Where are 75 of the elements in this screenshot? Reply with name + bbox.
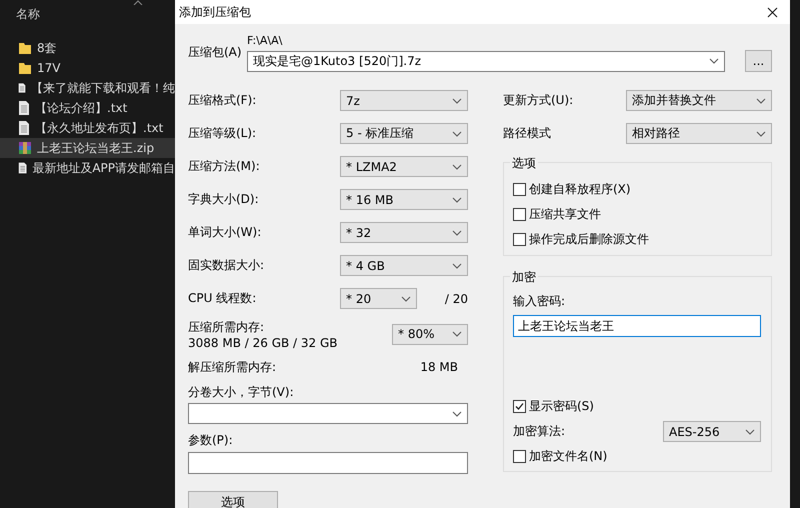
field-label: 参数(P): [188, 432, 233, 449]
group-title: 选项 [510, 155, 538, 172]
update-mode-combo[interactable]: 添加并替换文件 [626, 90, 772, 111]
column-header[interactable]: 名称 [16, 6, 175, 28]
dropdown-caret-icon [452, 196, 462, 202]
path-mode-combo[interactable]: 相对路径 [626, 123, 772, 144]
dropdown-caret-icon [756, 130, 766, 136]
file-item[interactable]: 【永久地址发布页】.txt [0, 118, 175, 138]
field-label: 路径模式 [503, 126, 551, 140]
checkbox[interactable]: 操作完成后删除源文件 [513, 227, 771, 252]
folder-icon [18, 41, 32, 55]
browse-button[interactable]: ... [745, 50, 772, 72]
checkbox[interactable]: 显示密码(S) [513, 394, 761, 419]
dropdown-caret-icon [452, 164, 462, 170]
parameters-field[interactable] [188, 452, 468, 474]
file-item[interactable]: 【论坛介绍】.txt [0, 98, 175, 118]
field-label: 固实数据大小: [188, 258, 264, 272]
max-value: / 20 [444, 292, 468, 306]
option-combo[interactable]: * 32 [340, 222, 468, 243]
field-label: 压缩等级(L): [188, 126, 256, 140]
field-label: 单词大小(W): [188, 225, 262, 239]
checkbox[interactable]: 创建自释放程序(X) [513, 177, 771, 202]
option-combo[interactable]: * 4 GB [340, 255, 468, 276]
dropdown-caret-icon [401, 296, 411, 302]
memory-value: 18 MB [420, 360, 458, 374]
archive-path: F:\A\A\ [247, 34, 284, 49]
field-label: 字典大小(D): [188, 192, 259, 206]
checkbox[interactable]: 压缩共享文件 [513, 202, 771, 227]
document-icon [18, 161, 28, 175]
sort-chevron-icon [133, 0, 143, 5]
field-label: 输入密码: [513, 293, 566, 310]
document-icon [18, 81, 26, 95]
dropdown-caret-icon [709, 58, 719, 64]
field-label: CPU 线程数: [188, 291, 256, 305]
document-icon [18, 101, 30, 115]
option-combo[interactable]: 7z [340, 90, 468, 111]
archive-name-combo[interactable]: 现实是宅@1Kuto3 [520门].7z [247, 50, 725, 72]
dropdown-caret-icon [756, 98, 766, 104]
file-item[interactable]: 上老王论坛当老王.zip [0, 138, 175, 158]
option-combo[interactable]: 5 - 标准压缩 [340, 123, 468, 144]
dropdown-caret-icon [452, 331, 462, 337]
field-label: 解压缩所需内存: [188, 358, 276, 376]
file-item[interactable]: 最新地址及APP请发邮箱自 [0, 158, 175, 178]
option-combo[interactable]: * LZMA2 [340, 156, 468, 177]
field-label: 加密算法: [513, 423, 566, 440]
folder-icon [18, 61, 32, 75]
dropdown-caret-icon [452, 98, 462, 104]
dropdown-caret-icon [452, 230, 462, 236]
volume-size-combo[interactable] [188, 403, 468, 424]
file-item[interactable]: 8套 [0, 38, 175, 58]
field-label: 压缩所需内存: [188, 318, 266, 336]
field-label: 分卷大小，字节(V): [188, 384, 294, 400]
file-item[interactable]: 17V [0, 58, 175, 78]
field-label: 压缩方法(M): [188, 159, 260, 173]
encryption-method-combo[interactable]: AES-256 [663, 421, 761, 442]
option-combo[interactable]: * 20 [340, 288, 417, 309]
option-combo[interactable]: * 80% [392, 324, 468, 344]
checkmark-icon [514, 401, 525, 412]
memory-usage: 3088 MB / 26 GB / 32 GB [188, 336, 339, 350]
field-label: 更新方式(U): [503, 93, 574, 107]
field-label: 压缩格式(F): [188, 93, 256, 107]
dropdown-caret-icon [452, 410, 462, 416]
options-button[interactable]: 选项 [188, 491, 278, 508]
file-item[interactable]: 【来了就能下载和观看！纯 [0, 78, 175, 98]
field-label: 压缩包(A) [188, 45, 242, 59]
close-icon[interactable] [767, 6, 778, 18]
dropdown-caret-icon [452, 130, 462, 136]
password-field[interactable]: 上老王论坛当老王 [513, 315, 761, 337]
dropdown-caret-icon [745, 428, 755, 434]
option-combo[interactable]: * 16 MB [340, 189, 468, 210]
archive-icon [18, 141, 32, 155]
checkbox[interactable]: 加密文件名(N) [513, 444, 761, 469]
window-title: 添加到压缩包 [179, 4, 251, 20]
document-icon [18, 121, 30, 135]
dropdown-caret-icon [452, 262, 462, 268]
